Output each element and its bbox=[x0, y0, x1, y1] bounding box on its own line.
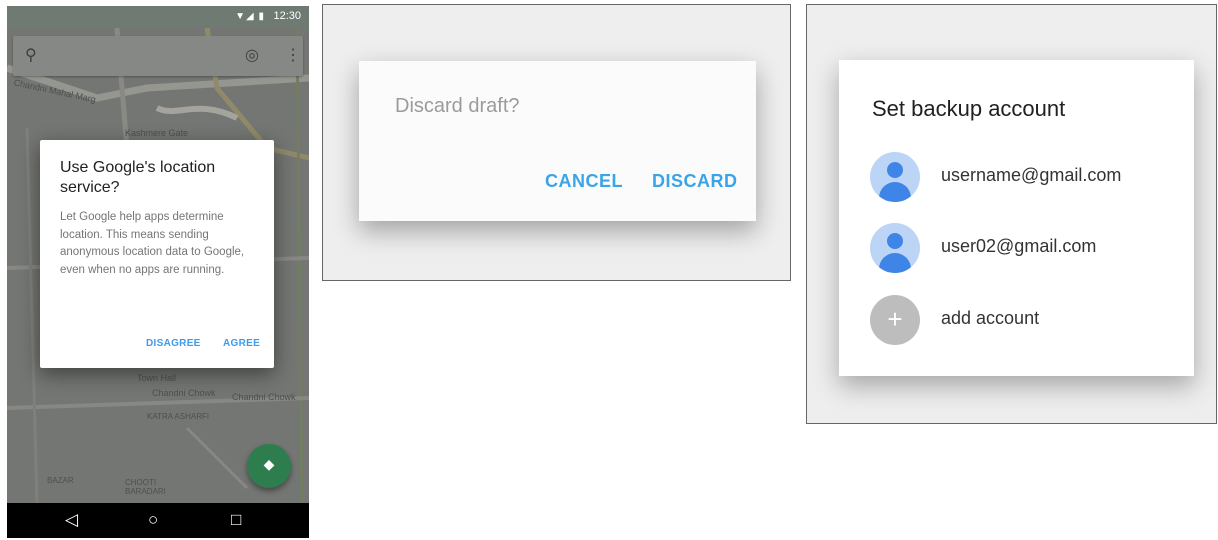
phone-screen: ▼◢ ▮ 12:30 Chandni Mahal Marg Kashmere G… bbox=[7, 6, 309, 538]
dialog-message: Let Google help apps determine location.… bbox=[60, 211, 245, 276]
recents-icon[interactable]: □ bbox=[231, 510, 241, 530]
location-service-dialog: Use Google's location service? Let Googl… bbox=[40, 140, 274, 368]
agree-button[interactable]: AGREE bbox=[223, 338, 260, 349]
dialog-title: Discard draft? bbox=[395, 95, 520, 117]
plus-icon: + bbox=[887, 304, 903, 334]
account-email: username@gmail.com bbox=[941, 165, 1122, 185]
avatar bbox=[870, 152, 920, 202]
add-account-item[interactable]: + add account bbox=[870, 295, 1190, 347]
avatar bbox=[870, 223, 920, 273]
system-nav-bar: ◁ ○ □ bbox=[7, 503, 309, 538]
backup-account-panel: Set backup account username@gmail.com us… bbox=[806, 4, 1217, 424]
status-time: 12:30 bbox=[273, 10, 301, 22]
account-item[interactable]: user02@gmail.com bbox=[870, 223, 1190, 275]
directions-fab[interactable]: ◆ bbox=[247, 444, 291, 488]
directions-icon: ◆ bbox=[263, 456, 275, 472]
account-email: user02@gmail.com bbox=[941, 236, 1097, 256]
disagree-button[interactable]: DISAGREE bbox=[146, 338, 201, 349]
discard-draft-dialog: Discard draft? CANCEL DISCARD bbox=[359, 61, 756, 221]
home-icon[interactable]: ○ bbox=[148, 510, 158, 530]
cancel-button[interactable]: CANCEL bbox=[545, 171, 623, 192]
person-icon bbox=[887, 233, 903, 249]
add-account-avatar: + bbox=[870, 295, 920, 345]
backup-account-dialog: Set backup account username@gmail.com us… bbox=[839, 60, 1194, 376]
person-icon bbox=[887, 162, 903, 178]
discard-button[interactable]: DISCARD bbox=[652, 171, 738, 192]
dialog-title: Use Google's location service? bbox=[60, 159, 216, 196]
status-bar: ▼◢ ▮ 12:30 bbox=[7, 6, 309, 28]
back-icon[interactable]: ◁ bbox=[65, 510, 78, 530]
dialog-title: Set backup account bbox=[872, 96, 1066, 121]
signal-battery-icons: ▼◢ ▮ bbox=[235, 11, 265, 22]
discard-dialog-panel: Discard draft? CANCEL DISCARD bbox=[322, 4, 791, 281]
add-account-label: add account bbox=[941, 308, 1040, 328]
account-item[interactable]: username@gmail.com bbox=[870, 152, 1190, 204]
